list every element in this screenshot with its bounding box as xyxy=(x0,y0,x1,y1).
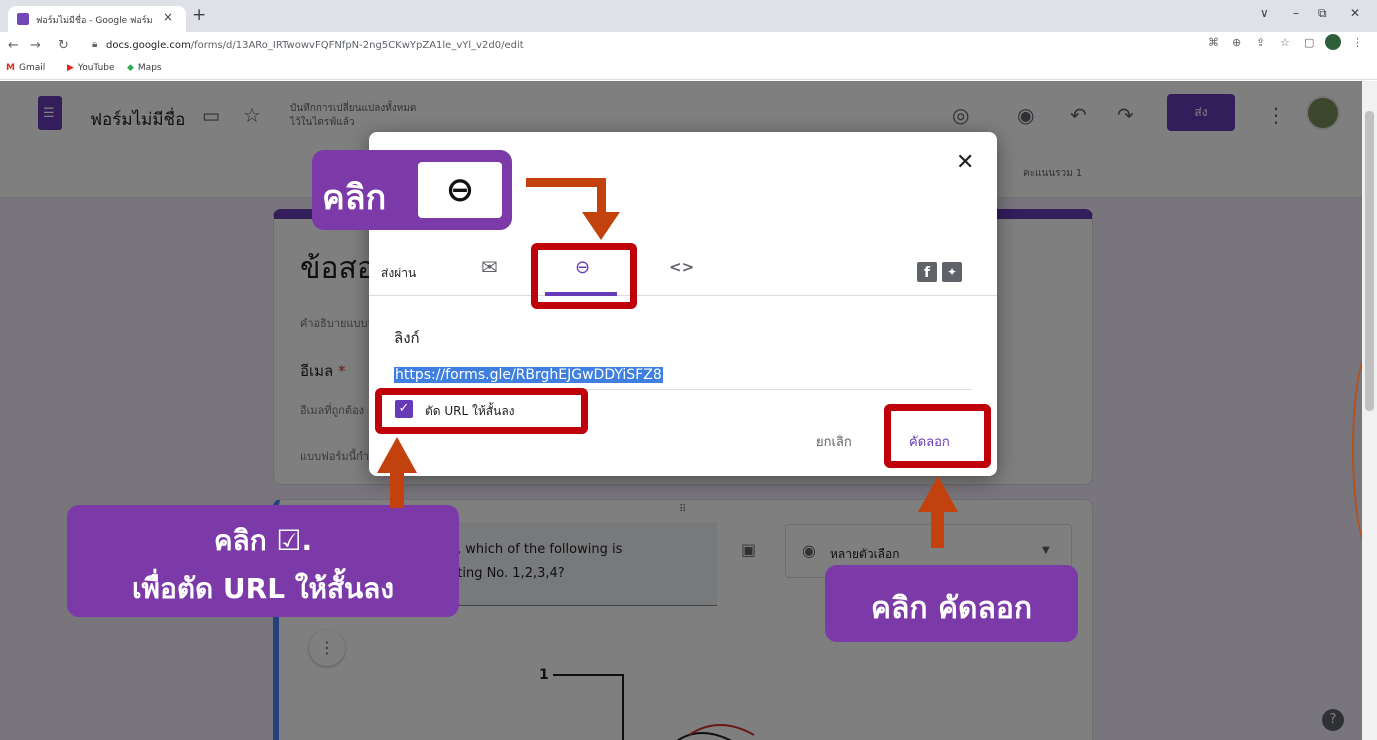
send-tabs: ส่งผ่าน ✉ ⊖ <> f ✦ xyxy=(369,244,997,296)
arrow-head xyxy=(377,437,417,473)
address-url[interactable]: docs.google.com/forms/d/13ARo_IRTwowvFQF… xyxy=(106,40,524,51)
close-icon[interactable]: ✕ xyxy=(956,150,974,175)
link-url-field[interactable]: https://forms.gle/RBrghEJGwDDYiSFZ8 xyxy=(394,367,663,383)
callout-check-line2: เพื่อตัด URL ให้สั้นลง xyxy=(131,572,395,605)
link-icon: ⊖ xyxy=(418,162,502,218)
arrow-segment xyxy=(597,178,606,213)
address-bar[interactable]: 🔒︎ docs.google.com/forms/d/13ARo_IRTwowv… xyxy=(82,36,1372,56)
gmail-icon: M xyxy=(6,63,15,73)
arrow-segment xyxy=(390,470,404,508)
tab-close-icon[interactable]: × xyxy=(163,10,173,24)
embed-icon[interactable]: <> xyxy=(669,258,694,276)
callout-click-checkbox: คลิก ☑. เพื่อตัด URL ให้สั้นลง xyxy=(67,505,459,617)
forms-favicon-icon xyxy=(17,13,29,25)
callout-click-link: คลิก ⊖ xyxy=(312,150,512,230)
cancel-button[interactable]: ยกเลิก xyxy=(816,431,852,452)
browser-tabstrip: ฟอร์มไม่มีชื่อ - Google ฟอร์ม × + ∨ – ⧉ … xyxy=(0,0,1377,32)
minimize-button[interactable]: – xyxy=(1293,6,1299,20)
maps-icon: ◆ xyxy=(127,63,134,73)
forward-icon[interactable]: → xyxy=(30,38,41,53)
scrollbar[interactable] xyxy=(1362,81,1377,740)
profile-avatar[interactable] xyxy=(1325,34,1341,50)
send-via-label: ส่งผ่าน xyxy=(381,266,417,280)
side-panel-icon[interactable]: ▢ xyxy=(1304,36,1314,49)
highlight-link-tab xyxy=(531,243,637,309)
youtube-icon: ▶ xyxy=(67,63,74,73)
bookmark-gmail[interactable]: M Gmail xyxy=(6,63,45,73)
scrollbar-thumb[interactable] xyxy=(1365,111,1374,411)
lock-icon: 🔒︎ xyxy=(92,39,98,50)
bookmarks-bar: M Gmail ▶ YouTube ◆ Maps xyxy=(0,60,1377,80)
browser-tab[interactable]: ฟอร์มไม่มีชื่อ - Google ฟอร์ม × xyxy=(8,6,186,32)
callout-click-link-text: คลิก xyxy=(322,178,387,218)
browser-toolbar: ← → ↻ 🔒︎ docs.google.com/forms/d/13ARo_I… xyxy=(0,32,1377,60)
twitter-icon[interactable]: ✦ xyxy=(942,262,962,282)
translate-icon[interactable]: ⌘ xyxy=(1208,36,1219,49)
bookmark-youtube[interactable]: ▶ YouTube xyxy=(67,63,115,73)
close-window-button[interactable]: ✕ xyxy=(1350,6,1360,20)
mail-icon[interactable]: ✉ xyxy=(481,255,498,279)
link-title: ลิงก์ xyxy=(394,329,420,347)
callout-copy-text: คลิก คัดลอก xyxy=(870,591,1033,626)
highlight-shorten-checkbox xyxy=(375,388,588,434)
arrow-head xyxy=(918,476,958,512)
bookmark-maps[interactable]: ◆ Maps xyxy=(127,63,162,73)
reload-icon[interactable]: ↻ xyxy=(58,38,69,53)
share-icon[interactable]: ⇪ xyxy=(1256,36,1265,49)
arrow-segment xyxy=(931,510,944,548)
zoom-icon[interactable]: ⊕ xyxy=(1232,36,1241,49)
callout-click-copy: คลิก คัดลอก xyxy=(825,565,1078,642)
arrow-head xyxy=(582,212,620,240)
tab-title: ฟอร์มไม่มีชื่อ - Google ฟอร์ม xyxy=(36,16,153,26)
back-icon[interactable]: ← xyxy=(8,38,19,53)
bookmark-star-icon[interactable]: ☆ xyxy=(1280,36,1290,49)
arrow-segment xyxy=(526,178,606,187)
facebook-icon[interactable]: f xyxy=(917,262,937,282)
tab-search-icon[interactable]: ∨ xyxy=(1260,6,1269,20)
browser-menu-icon[interactable]: ⋮ xyxy=(1352,36,1363,49)
restore-button[interactable]: ⧉ xyxy=(1318,6,1327,21)
highlight-copy-button xyxy=(884,404,991,468)
callout-check-line1: คลิก ☑. xyxy=(213,524,313,557)
new-tab-button[interactable]: + xyxy=(192,5,206,25)
